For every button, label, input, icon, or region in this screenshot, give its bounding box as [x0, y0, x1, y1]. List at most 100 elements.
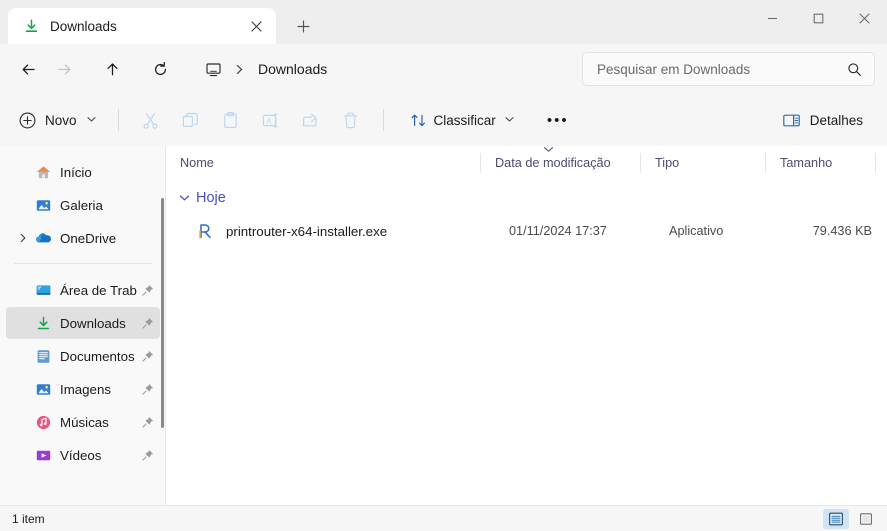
pictures-icon [32, 381, 54, 398]
close-icon[interactable] [244, 14, 268, 38]
cloud-icon [32, 230, 54, 247]
pin-icon-2[interactable] [138, 317, 158, 329]
toolbar-divider [117, 109, 119, 131]
tab-strip: Downloads [0, 0, 320, 44]
sort-button[interactable]: Classificar [400, 103, 524, 137]
pin-icon[interactable] [138, 284, 158, 296]
close-window-button[interactable] [841, 0, 887, 36]
sidebar-item-label: Galeria [60, 197, 103, 213]
pin-icon-3[interactable] [138, 350, 158, 362]
column-header-size[interactable]: Tamanho [766, 146, 876, 180]
column-headers: Nome Data de modificação Tipo Tamanho [166, 146, 887, 180]
pin-icon-5[interactable] [138, 416, 158, 428]
chevron-down-icon[interactable] [86, 115, 96, 125]
toolbar-divider-2 [382, 109, 384, 131]
group-header-label: Hoje [196, 190, 226, 206]
tab-title: Downloads [50, 18, 117, 34]
rename-button: A [251, 103, 291, 137]
sidebar-item-label: Início [60, 164, 92, 180]
tab-downloads[interactable]: Downloads [8, 8, 276, 44]
sidebar-divider [14, 263, 152, 264]
sidebar-item-label: Documentos [60, 348, 135, 364]
column-header-type-label: Tipo [655, 156, 680, 170]
details-view-button[interactable] [823, 508, 849, 529]
sidebar-item-area-de-trabalho[interactable]: Área de Trab [6, 274, 160, 306]
breadcrumb[interactable]: Downloads [192, 52, 572, 86]
up-button[interactable] [94, 52, 130, 86]
gallery-icon [32, 197, 54, 214]
minimize-button[interactable] [749, 0, 795, 36]
back-button[interactable] [10, 52, 46, 86]
sort-indicator-icon [543, 145, 554, 156]
desktop-icon [32, 282, 54, 299]
forward-button [46, 52, 82, 86]
window-controls [749, 0, 887, 36]
group-header-hoje[interactable]: Hoje [166, 184, 887, 212]
column-header-date-label: Data de modificação [495, 156, 611, 170]
new-button-label: Novo [45, 112, 77, 128]
sidebar-item-downloads[interactable]: Downloads [6, 307, 160, 339]
sidebar-item-videos[interactable]: Vídeos [6, 439, 160, 471]
file-explorer-window: Downloads Downloads Pesquisar em Downloa… [0, 0, 887, 531]
table-row[interactable]: printrouter-x64-installer.exe 01/11/2024… [170, 214, 883, 248]
delete-button [331, 103, 371, 137]
command-bar: Novo A Classificar ••• Detalhes [0, 94, 887, 146]
installer-app-icon [192, 222, 218, 240]
sidebar-item-label: Área de Trab [60, 282, 137, 298]
sidebar-item-label: Vídeos [60, 447, 102, 463]
column-header-date[interactable]: Data de modificação [481, 146, 641, 180]
document-icon [32, 348, 54, 365]
pin-icon-4[interactable] [138, 383, 158, 395]
search-input[interactable]: Pesquisar em Downloads [597, 62, 836, 77]
title-bar: Downloads [0, 0, 887, 44]
sidebar-item-documentos[interactable]: Documentos [6, 340, 160, 372]
file-size: 79.436 KB [812, 224, 872, 238]
search-icon[interactable] [844, 59, 864, 79]
download-arrow-icon [22, 17, 40, 35]
file-type: Aplicativo [669, 224, 724, 238]
maximize-button[interactable] [795, 0, 841, 36]
new-tab-button[interactable] [286, 9, 320, 43]
sidebar-item-onedrive[interactable]: OneDrive [6, 222, 160, 254]
file-date-modified: 01/11/2024 17:37 [509, 224, 607, 238]
cut-button [131, 103, 171, 137]
sort-button-label: Classificar [433, 112, 496, 128]
chevron-down-icon-group[interactable] [174, 194, 194, 202]
sidebar-item-label: OneDrive [60, 230, 117, 246]
paste-button [211, 103, 251, 137]
this-pc-monitor-icon[interactable] [200, 56, 226, 82]
chevron-down-icon-sort[interactable] [505, 115, 514, 125]
sidebar-item-label: Músicas [60, 414, 109, 430]
chevron-right-icon[interactable] [14, 233, 32, 243]
column-header-name[interactable]: Nome [166, 146, 481, 180]
overflow-menu-button[interactable]: ••• [538, 103, 578, 137]
breadcrumb-separator [230, 64, 248, 75]
file-name: printrouter-x64-installer.exe [226, 223, 388, 239]
breadcrumb-current[interactable]: Downloads [252, 61, 333, 77]
search-box[interactable]: Pesquisar em Downloads [582, 52, 875, 86]
sidebar-item-galeria[interactable]: Galeria [6, 189, 160, 221]
download-icon [32, 315, 54, 332]
sidebar-item-inicio[interactable]: Início [6, 156, 160, 188]
details-pane-label: Detalhes [809, 112, 863, 128]
svg-text:A: A [266, 116, 272, 125]
refresh-button[interactable] [142, 52, 178, 86]
large-icons-view-button[interactable] [853, 509, 879, 529]
sidebar-item-musicas[interactable]: Músicas [6, 406, 160, 438]
sidebar-scrollbar[interactable] [161, 198, 164, 428]
column-header-name-label: Nome [180, 156, 214, 170]
navigation-bar: Downloads Pesquisar em Downloads [0, 44, 887, 94]
music-icon [32, 414, 54, 431]
column-header-type[interactable]: Tipo [641, 146, 766, 180]
pin-icon-6[interactable] [138, 449, 158, 461]
details-pane-button[interactable]: Detalhes [772, 103, 873, 137]
video-icon [32, 447, 54, 464]
file-list-pane: Nome Data de modificação Tipo Tamanho Ho… [166, 146, 887, 505]
new-button[interactable]: Novo [12, 103, 106, 137]
sidebar-edge [165, 146, 166, 505]
sidebar-item-imagens[interactable]: Imagens [6, 373, 160, 405]
sidebar-item-label: Imagens [60, 381, 111, 397]
copy-button [171, 103, 211, 137]
status-bar: 1 item [0, 505, 887, 531]
column-header-size-label: Tamanho [780, 156, 833, 170]
